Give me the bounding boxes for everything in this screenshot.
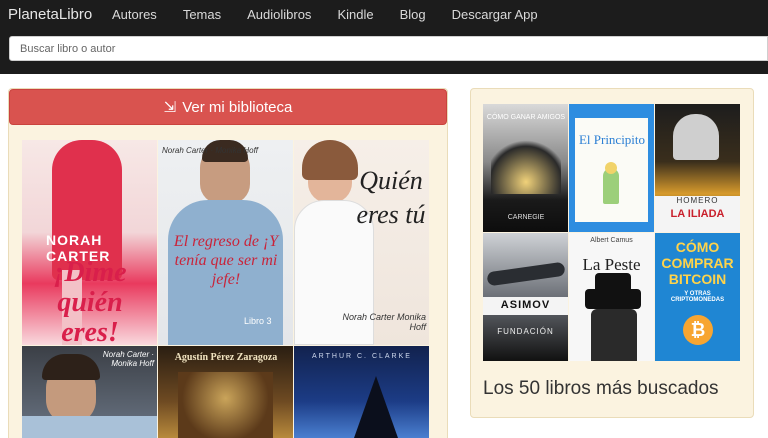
cover-authors: Norah Carter · Monika Hoff xyxy=(102,350,154,368)
cover-title: FUNDACIÓN xyxy=(497,327,554,336)
book-cover-la-iliada[interactable]: HOMERO LA ILIADA xyxy=(655,104,740,232)
cover-title: Quién eres tú xyxy=(356,166,426,229)
book-cover-regreso-jefe[interactable]: El regreso de ¡Y tenía que ser mi jefe! … xyxy=(158,140,293,345)
cover-author: ASIMOV xyxy=(500,299,551,311)
cover-subtitle: Y OTRAS CRIPTOMONEDAS xyxy=(670,291,725,303)
cover-authors: Norah Carter · Monika Hoff xyxy=(162,146,259,155)
book-cover-la-peste[interactable]: Albert Camus La Peste xyxy=(569,233,654,361)
my-library-label: Ver mi biblioteca xyxy=(182,98,293,116)
cover-author: Agustín Pérez Zaragoza xyxy=(174,352,278,363)
nav-descargar-app[interactable]: Descargar App xyxy=(452,7,538,22)
top-books-label[interactable]: Los 50 libros más buscados xyxy=(483,378,719,400)
my-library-button[interactable]: ⇲ Ver mi biblioteca xyxy=(9,89,447,125)
book-cover-bitcoin[interactable]: CÓMO COMPRAR BITCOIN Y OTRAS CRIPTOMONED… xyxy=(655,233,740,361)
book-cover-quien-eres-tu[interactable]: Quién eres tú Norah Carter Monika Hoff xyxy=(294,140,429,345)
bitcoin-icon: ₿ xyxy=(683,315,713,345)
cover-author: ARTHUR C. CLARKE xyxy=(312,353,412,360)
book-cover-como-ganar-amigos[interactable]: CÓMO GANAR AMIGOS CARNEGIE xyxy=(483,104,568,232)
top-navbar: PlanetaLibro Autores Temas Audiolibros K… xyxy=(0,0,768,74)
cover-title: CÓMO GANAR AMIGOS xyxy=(486,114,566,121)
nav-kindle[interactable]: Kindle xyxy=(337,7,373,22)
book-cover-dime-quien-eres[interactable]: NORAH CARTER ¡Dime quién eres! xyxy=(22,140,157,345)
search-input[interactable] xyxy=(9,36,768,61)
cover-author: HOMERO xyxy=(676,196,719,205)
cover-author: Albert Camus xyxy=(590,237,633,244)
book-cover-el-principito[interactable]: El Principito xyxy=(569,104,654,232)
cover-title: LA ILIADA xyxy=(670,208,725,220)
nav-blog[interactable]: Blog xyxy=(400,7,426,22)
cover-title: El Principito xyxy=(578,132,646,147)
cover-authors: Norah Carter Monika Hoff xyxy=(342,312,426,332)
nav-autores[interactable]: Autores xyxy=(112,7,157,22)
cover-title: La Peste xyxy=(582,255,641,274)
cover-title: CÓMO COMPRAR BITCOIN xyxy=(661,239,734,287)
book-cover-fundacion[interactable]: ASIMOV FUNDACIÓN xyxy=(483,233,568,361)
cover-title: ¡Dime quién eres! xyxy=(53,257,127,346)
brand-logo[interactable]: PlanetaLibro xyxy=(8,6,92,23)
cover-author: CARNEGIE xyxy=(507,214,545,221)
cover-title: El regreso de ¡Y tenía que ser mi jefe! xyxy=(173,233,279,288)
cover-badge: Libro 3 xyxy=(244,316,272,326)
book-cover-norah-carter-2[interactable]: Norah Carter · Monika Hoff xyxy=(22,346,157,438)
main-nav: Autores Temas Audiolibros Kindle Blog De… xyxy=(112,7,564,22)
nav-audiolibros[interactable]: Audiolibros xyxy=(247,7,311,22)
book-cover-arthur-c-clarke[interactable]: ARTHUR C. CLARKE xyxy=(294,346,429,438)
book-cover-perez-zaragoza[interactable]: Agustín Pérez Zaragoza xyxy=(158,346,293,438)
nav-temas[interactable]: Temas xyxy=(183,7,221,22)
sign-in-icon: ⇲ xyxy=(163,99,177,116)
